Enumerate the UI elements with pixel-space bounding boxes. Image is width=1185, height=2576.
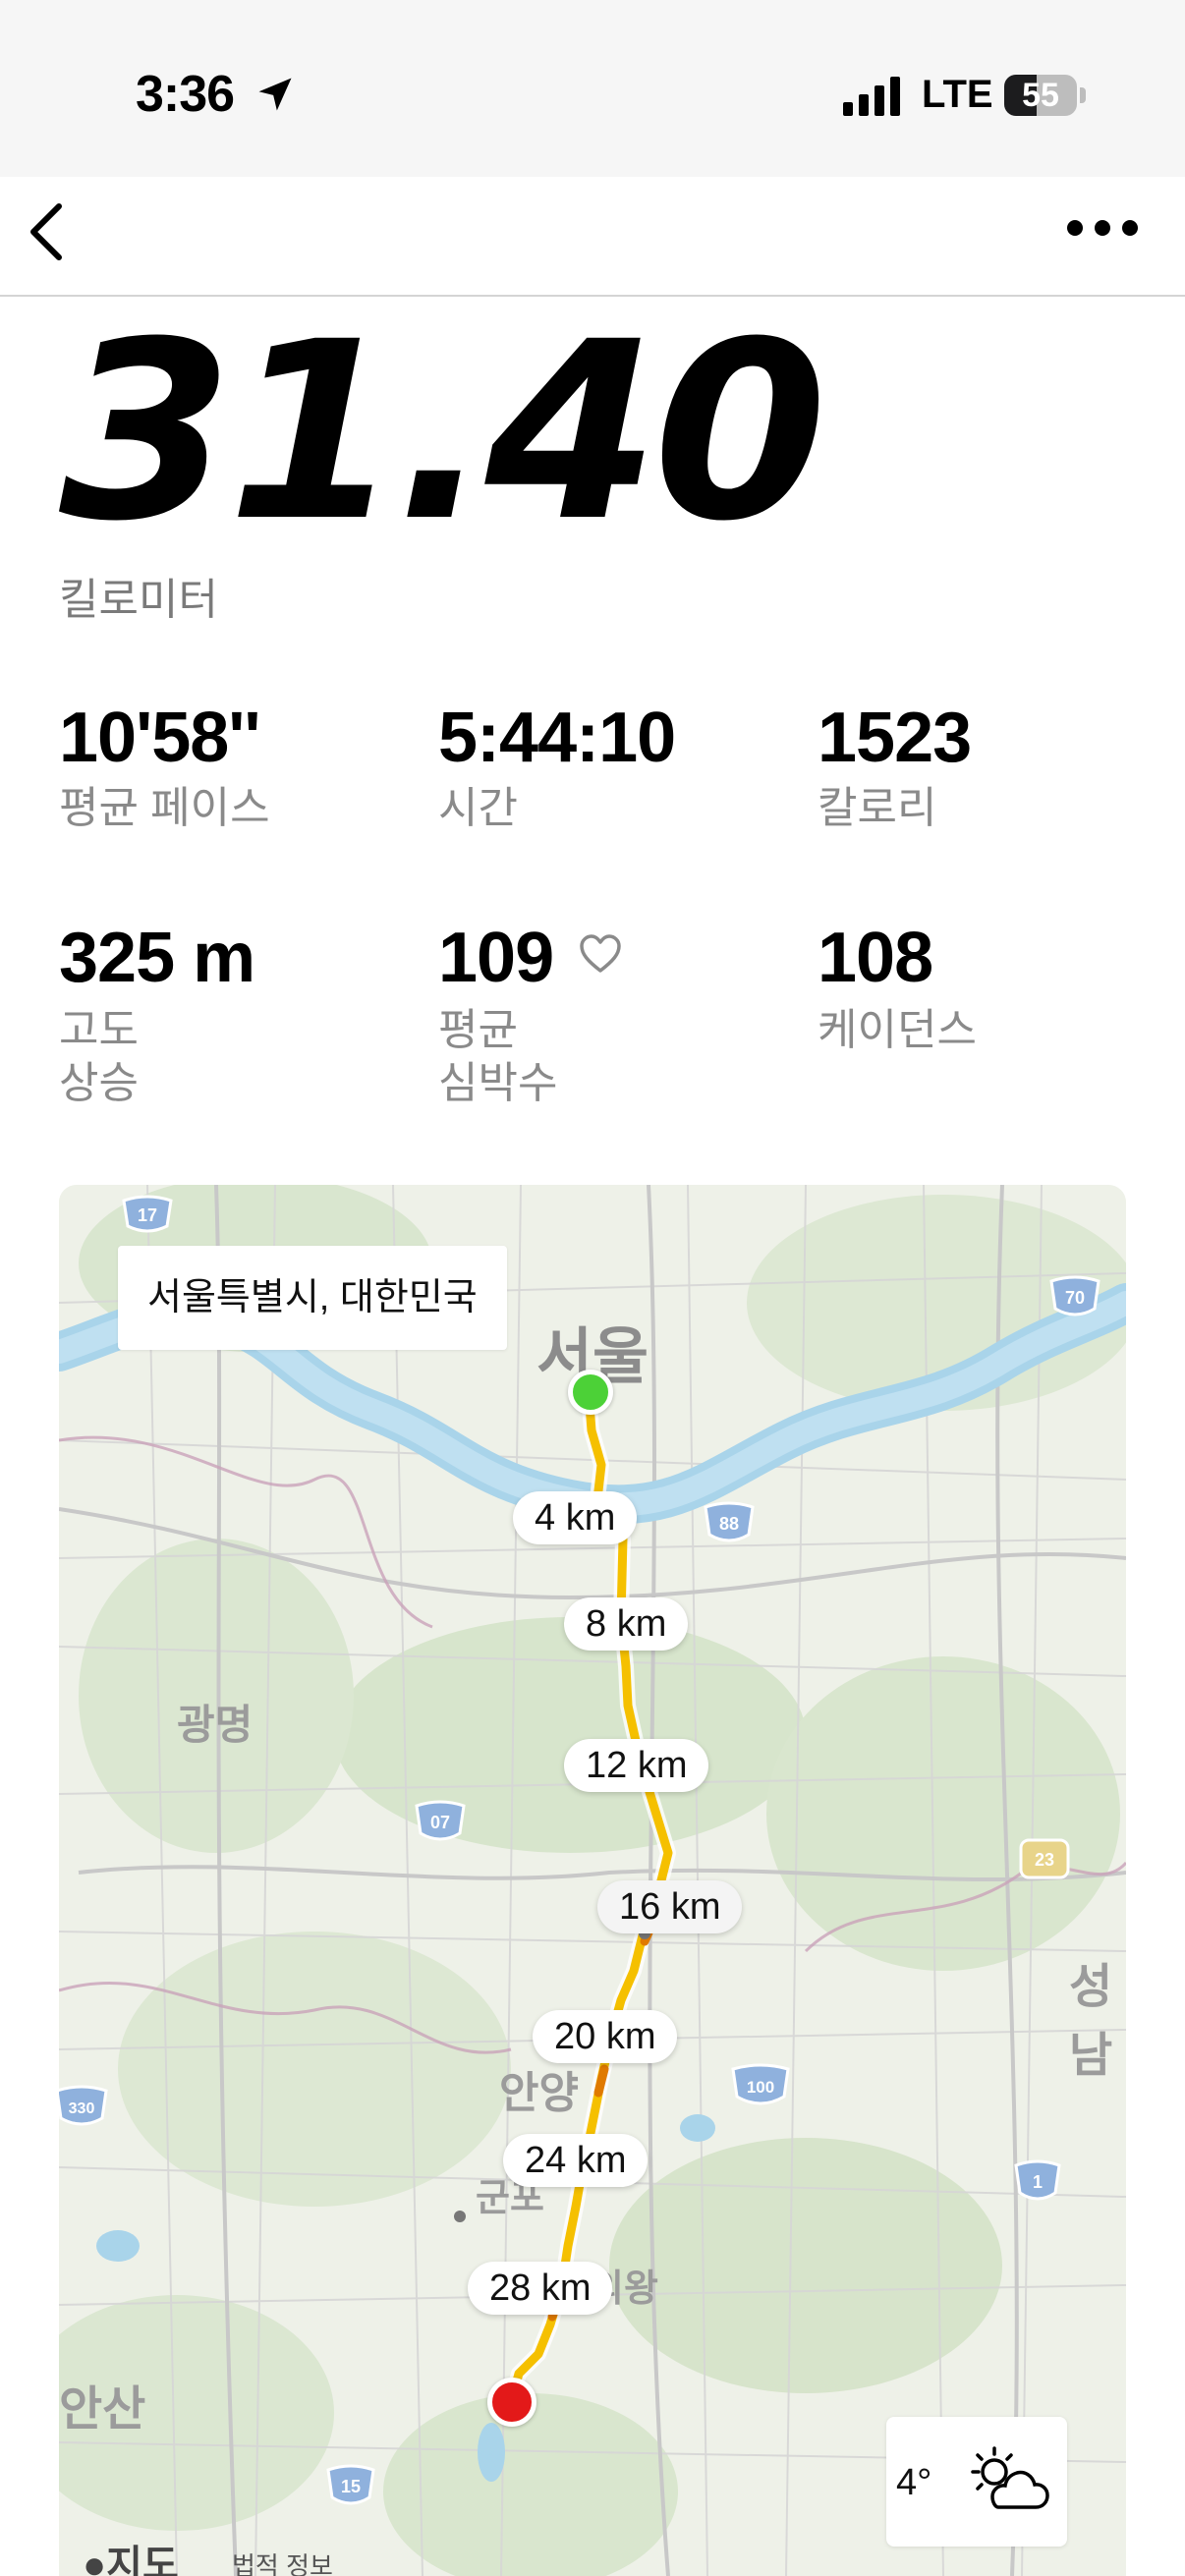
route-shield-100-icon: 100 — [731, 2063, 790, 2105]
location-arrow-icon — [258, 78, 292, 111]
km-marker-20: 20 km — [533, 2010, 678, 2063]
route-shield-17-icon: 17 — [122, 1195, 173, 1233]
place-seongnam: 성남 — [1069, 1961, 1113, 2082]
route-shield-1-label: 1 — [1033, 2172, 1043, 2192]
route-shield-17-label: 17 — [138, 1205, 157, 1225]
elevation-gain-value: 325 m — [59, 919, 255, 997]
route-shield-100-label: 100 — [747, 2078, 774, 2097]
km-marker-24: 24 km — [503, 2134, 649, 2187]
route-shield-23-label: 23 — [1035, 1850, 1054, 1870]
legal-info-link[interactable]: 법적 정보 — [232, 2547, 333, 2576]
apple-logo-icon: ● — [83, 2544, 107, 2576]
route-shield-1-icon: 1 — [1014, 2159, 1061, 2201]
back-button[interactable] — [18, 193, 77, 271]
battery-icon: 55 — [1004, 75, 1087, 116]
route-shield-330-icon: 330 — [59, 2085, 108, 2126]
calories-value: 1523 — [818, 699, 972, 777]
avg-pace-label: 평균 페이스 — [59, 784, 270, 832]
km-marker-28: 28 km — [468, 2262, 613, 2315]
km-marker-16: 16 km — [597, 1880, 743, 1933]
more-options-button[interactable] — [1061, 204, 1144, 252]
status-time: 3:36 — [136, 66, 235, 123]
route-shield-15-label: 15 — [341, 2477, 361, 2496]
distance-unit: 킬로미터 — [59, 576, 218, 624]
route-shield-88-label: 88 — [719, 1514, 739, 1534]
start-marker — [568, 1370, 613, 1415]
route-shield-07-label: 07 — [430, 1813, 450, 1832]
cadence-label: 케이던스 — [818, 1006, 977, 1054]
place-anyang: 안양 — [499, 2069, 579, 2117]
route-shield-23-icon: 23 — [1019, 1838, 1070, 1879]
route-shield-15-icon: 15 — [326, 2464, 375, 2505]
heart-rate-label-line1: 평균 — [438, 1006, 518, 1054]
route-shield-70-icon: 70 — [1049, 1275, 1100, 1316]
status-bar: 3:36 LTE 55 — [0, 0, 1185, 177]
heart-rate-value: 109 — [438, 919, 554, 997]
maps-attribution: ●지도 — [83, 2533, 179, 2576]
calories-label: 칼로리 — [818, 784, 937, 832]
route-shield-330-label: 330 — [69, 2100, 95, 2117]
weather-badge: 4° — [886, 2417, 1067, 2547]
weather-temperature: 4° — [896, 2462, 932, 2503]
network-type: LTE — [922, 73, 993, 116]
heart-icon — [580, 934, 621, 973]
maps-brand: 지도 — [106, 2544, 179, 2576]
route-shield-07-icon: 07 — [415, 1800, 466, 1841]
place-ansan: 안산 — [59, 2383, 146, 2436]
route-shield-88-icon: 88 — [704, 1501, 755, 1542]
battery-level: 55 — [1022, 77, 1059, 114]
duration-value: 5:44:10 — [438, 699, 676, 777]
km-marker-8: 8 km — [564, 1597, 689, 1651]
place-gwangmyeong: 광명 — [177, 1702, 254, 1748]
heart-rate-label-line2: 심박수 — [438, 1059, 558, 1107]
avg-pace-value: 10'58'' — [59, 699, 261, 777]
km-marker-4: 4 km — [513, 1491, 638, 1544]
distance-value: 31.40 — [59, 289, 827, 575]
region-label: 서울특별시, 대한민국 — [118, 1246, 507, 1350]
elevation-gain-label-line2: 상승 — [59, 1059, 139, 1107]
partly-cloudy-day-icon — [971, 2446, 1049, 2509]
elevation-gain-label-line1: 고도 — [59, 1006, 139, 1054]
km-marker-12: 12 km — [564, 1739, 709, 1792]
route-shield-70-label: 70 — [1065, 1288, 1085, 1308]
cellular-signal-icon — [843, 77, 900, 116]
cadence-value: 108 — [818, 919, 933, 997]
route-map[interactable]: 17 70 88 07 23 330 100 1 15 서울 광명 안양 군포 … — [59, 1185, 1126, 2576]
end-marker — [487, 2378, 536, 2427]
duration-label: 시간 — [438, 784, 518, 832]
